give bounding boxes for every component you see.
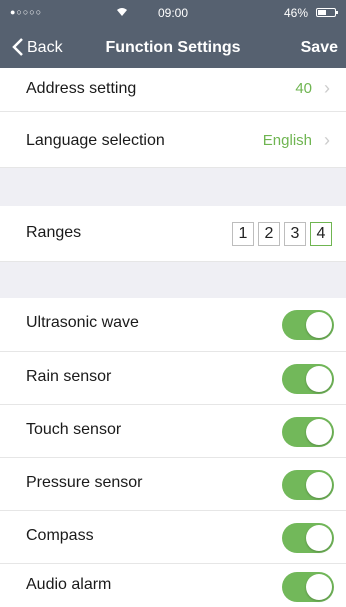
page-title: Function Settings xyxy=(105,39,241,56)
toggle-knob xyxy=(306,312,332,338)
ranges-row: Ranges 1 2 3 4 xyxy=(0,206,346,262)
toggle-label: Rain sensor xyxy=(26,368,112,385)
toggle-label: Compass xyxy=(26,527,94,544)
toggle-label: Touch sensor xyxy=(26,421,122,438)
language-selection-label: Language selection xyxy=(26,132,165,149)
toggle-knob xyxy=(306,574,332,600)
toggle-row-rain-sensor: Rain sensor xyxy=(0,352,346,405)
range-option-1[interactable]: 1 xyxy=(232,222,254,246)
section-separator xyxy=(0,262,346,298)
range-option-4[interactable]: 4 xyxy=(310,222,332,246)
toggle-label: Ultrasonic wave xyxy=(26,314,139,331)
address-setting-row[interactable]: Address setting 40 › xyxy=(0,68,346,112)
toggle-label: Audio alarm xyxy=(26,576,112,593)
language-selection-row[interactable]: Language selection English › xyxy=(0,116,346,168)
ranges-label: Ranges xyxy=(26,224,82,241)
ultrasonic-wave-toggle[interactable] xyxy=(282,310,334,340)
toggle-label: Pressure sensor xyxy=(26,474,143,491)
compass-toggle[interactable] xyxy=(282,523,334,553)
range-option-2[interactable]: 2 xyxy=(258,222,280,246)
address-setting-label: Address setting xyxy=(26,80,137,97)
toggle-row-touch-sensor: Touch sensor xyxy=(0,405,346,458)
audio-alarm-toggle[interactable] xyxy=(282,572,334,602)
touch-sensor-toggle[interactable] xyxy=(282,417,334,447)
battery-percent: 46% xyxy=(283,6,308,20)
top-bar: ●○○○○ 09:00 46% Back Function Settings S… xyxy=(0,0,346,68)
toggle-knob xyxy=(306,366,332,392)
toggle-row-ultrasonic-wave: Ultrasonic wave xyxy=(0,298,346,352)
toggle-row-compass: Compass xyxy=(0,511,346,564)
pressure-sensor-toggle[interactable] xyxy=(282,470,334,500)
rain-sensor-toggle[interactable] xyxy=(282,364,334,394)
toggle-knob xyxy=(306,525,332,551)
range-option-3[interactable]: 3 xyxy=(284,222,306,246)
address-setting-value: 40 xyxy=(295,80,312,97)
save-button[interactable]: Save xyxy=(301,39,338,57)
battery-icon xyxy=(316,8,338,17)
ranges-selector: 1 2 3 4 xyxy=(232,222,332,246)
toggle-knob xyxy=(306,419,332,445)
chevron-right-icon: › xyxy=(324,78,330,98)
section-separator xyxy=(0,168,346,206)
toggle-row-audio-alarm: Audio alarm xyxy=(0,564,346,607)
status-bar: ●○○○○ 09:00 46% xyxy=(0,0,346,26)
navigation-bar: Back Function Settings Save xyxy=(0,32,346,68)
toggle-row-pressure-sensor: Pressure sensor xyxy=(0,458,346,511)
language-selection-value: English xyxy=(262,132,312,149)
chevron-right-icon: › xyxy=(324,130,330,150)
toggle-knob xyxy=(306,472,332,498)
